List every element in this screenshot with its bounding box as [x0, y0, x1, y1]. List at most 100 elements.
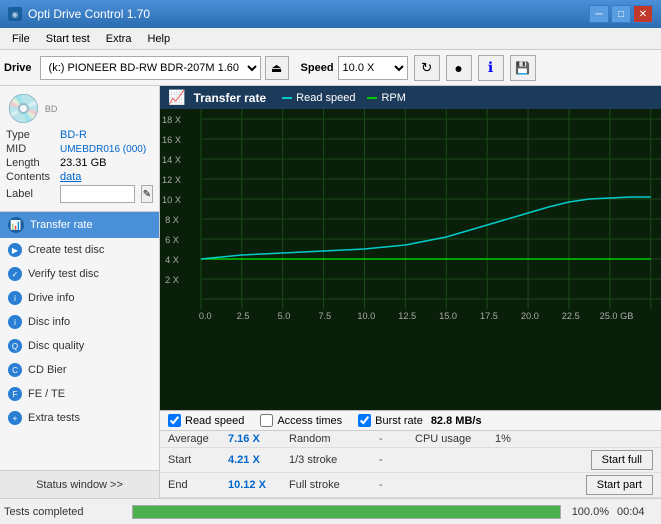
legend-read-speed: Read speed — [282, 92, 355, 104]
extra-tests-icon: + — [8, 411, 22, 425]
svg-text:4 X: 4 X — [165, 255, 179, 265]
nav-label-extra-tests: Extra tests — [28, 412, 80, 424]
disc-type-badge: BD — [45, 104, 58, 114]
svg-text:2 X: 2 X — [165, 275, 179, 285]
nav-item-extra-tests[interactable]: + Extra tests — [0, 406, 159, 430]
stroke13-label: 1/3 stroke — [289, 454, 379, 466]
read-speed-label: Read speed — [185, 415, 244, 427]
legend-dot-green — [367, 97, 377, 99]
progress-percent: 100.0% — [569, 506, 609, 518]
info-button[interactable]: ℹ — [478, 55, 504, 81]
save-button[interactable]: 💾 — [510, 55, 536, 81]
nav-label-disc-quality: Disc quality — [28, 340, 84, 352]
status-text: Tests completed — [4, 506, 124, 518]
label-edit-button[interactable]: ✎ — [141, 185, 153, 203]
type-label: Type — [6, 129, 56, 141]
record-button[interactable]: ● — [446, 55, 472, 81]
menu-help[interactable]: Help — [139, 31, 178, 47]
drive-select[interactable]: (k:) PIONEER BD-RW BDR-207M 1.60 — [40, 56, 261, 80]
nav-label-transfer-rate: Transfer rate — [30, 219, 93, 231]
speed-select[interactable]: 10.0 X — [338, 56, 408, 80]
svg-text:25.0 GB: 25.0 GB — [600, 311, 634, 321]
checkboxes-row: Read speed Access times Burst rate 82.8 … — [160, 411, 661, 431]
menu-extra[interactable]: Extra — [98, 31, 140, 47]
disc-info-icon: i — [8, 315, 22, 329]
start-label: Start — [168, 454, 228, 466]
random-label: Random — [289, 433, 379, 445]
eject-button[interactable]: ⏏ — [265, 56, 289, 80]
disc-length-value: 23.31 GB — [60, 157, 106, 169]
chart-svg: 18 X 16 X 14 X 12 X 10 X 8 X 6 X 4 X 2 X… — [160, 109, 661, 329]
drive-info-icon: i — [8, 291, 22, 305]
checkbox-burst-rate[interactable]: Burst rate 82.8 MB/s — [358, 414, 481, 427]
main-layout: 💿 BD Type BD-R MID UMEBDR016 (000) Lengt… — [0, 86, 661, 498]
svg-text:20.0: 20.0 — [521, 311, 539, 321]
menu-file[interactable]: File — [4, 31, 38, 47]
checkbox-access-times[interactable]: Access times — [260, 414, 342, 427]
disc-contents-value[interactable]: data — [60, 171, 81, 183]
label-field-label: Label — [6, 188, 56, 200]
drive-label: Drive — [4, 62, 32, 74]
svg-text:6 X: 6 X — [165, 235, 179, 245]
svg-text:16 X: 16 X — [162, 135, 181, 145]
nav-label-fe-te: FE / TE — [28, 388, 65, 400]
create-test-disc-icon: ▶ — [8, 243, 22, 257]
read-speed-checkbox[interactable] — [168, 414, 181, 427]
start-full-button[interactable]: Start full — [591, 450, 653, 470]
close-button[interactable]: ✕ — [633, 5, 653, 23]
checkbox-read-speed[interactable]: Read speed — [168, 414, 244, 427]
access-times-checkbox[interactable] — [260, 414, 273, 427]
app-title: Opti Drive Control 1.70 — [28, 7, 150, 21]
stats-row-start: Start 4.21 X 1/3 stroke - Start full — [160, 448, 661, 473]
nav-label-verify-test-disc: Verify test disc — [28, 268, 99, 280]
maximize-button[interactable]: □ — [611, 5, 631, 23]
left-panel: 💿 BD Type BD-R MID UMEBDR016 (000) Lengt… — [0, 86, 160, 498]
burst-rate-label: Burst rate — [375, 415, 423, 427]
svg-text:10.0: 10.0 — [357, 311, 375, 321]
svg-text:12.5: 12.5 — [398, 311, 416, 321]
burst-rate-checkbox[interactable] — [358, 414, 371, 427]
verify-test-disc-icon: ✓ — [8, 267, 22, 281]
svg-text:2.5: 2.5 — [237, 311, 250, 321]
svg-text:14 X: 14 X — [162, 155, 181, 165]
menu-start-test[interactable]: Start test — [38, 31, 98, 47]
chart-title: Transfer rate — [193, 91, 266, 105]
average-value: 7.16 X — [228, 433, 273, 445]
window-controls: ─ □ ✕ — [589, 5, 653, 23]
disc-mid-value: UMEBDR016 (000) — [60, 144, 146, 155]
nav-item-verify-test-disc[interactable]: ✓ Verify test disc — [0, 262, 159, 286]
stats-row-end: End 10.12 X Full stroke - Start part — [160, 473, 661, 498]
nav-item-create-test-disc[interactable]: ▶ Create test disc — [0, 238, 159, 262]
status-window-button[interactable]: Status window >> — [0, 470, 159, 498]
fe-te-icon: F — [8, 387, 22, 401]
nav-item-disc-info[interactable]: i Disc info — [0, 310, 159, 334]
nav-item-cd-bier[interactable]: C CD Bier — [0, 358, 159, 382]
progress-container — [132, 505, 561, 519]
app-icon: ◉ — [8, 7, 22, 21]
nav-label-cd-bier: CD Bier — [28, 364, 67, 376]
nav-item-drive-info[interactable]: i Drive info — [0, 286, 159, 310]
chart-area: 18 X 16 X 14 X 12 X 10 X 8 X 6 X 4 X 2 X… — [160, 109, 661, 410]
svg-text:22.5: 22.5 — [562, 311, 580, 321]
right-panel: 📈 Transfer rate Read speed RPM — [160, 86, 661, 498]
cd-bier-icon: C — [8, 363, 22, 377]
toolbar: Drive (k:) PIONEER BD-RW BDR-207M 1.60 ⏏… — [0, 50, 661, 86]
end-value: 10.12 X — [228, 479, 273, 491]
legend-dot-cyan — [282, 97, 292, 99]
label-input[interactable] — [60, 185, 135, 203]
nav-item-fe-te[interactable]: F FE / TE — [0, 382, 159, 406]
nav-label-drive-info: Drive info — [28, 292, 74, 304]
end-label: End — [168, 479, 228, 491]
minimize-button[interactable]: ─ — [589, 5, 609, 23]
disc-type-value: BD-R — [60, 129, 87, 141]
transfer-rate-icon: 📊 — [8, 217, 24, 233]
svg-text:18 X: 18 X — [162, 115, 181, 125]
start-part-button[interactable]: Start part — [586, 475, 653, 495]
disc-icon: 💿 — [6, 92, 41, 125]
cpu-value: 1% — [495, 433, 511, 445]
disc-info-panel: 💿 BD Type BD-R MID UMEBDR016 (000) Lengt… — [0, 86, 159, 212]
nav-item-disc-quality[interactable]: Q Disc quality — [0, 334, 159, 358]
nav-item-transfer-rate[interactable]: 📊 Transfer rate — [0, 212, 159, 238]
refresh-button[interactable]: ↻ — [414, 55, 440, 81]
start-value: 4.21 X — [228, 454, 273, 466]
